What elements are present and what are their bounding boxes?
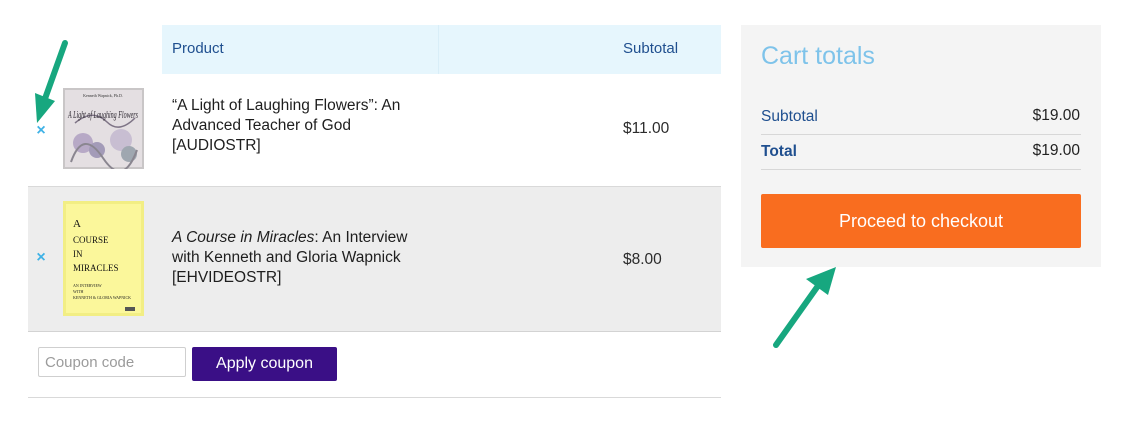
product-thumbnail[interactable]: A COURSE IN MIRACLES AN INTERVIEW WITH K… xyxy=(63,201,144,316)
annotation-arrow-icon xyxy=(35,40,68,123)
cart-bottom-divider xyxy=(28,397,721,398)
header-subtotal: Subtotal xyxy=(623,40,679,57)
proceed-to-checkout-button[interactable]: Proceed to checkout xyxy=(761,194,1081,248)
thumb-sub1: AN INTERVIEW xyxy=(73,283,102,288)
totals-total-value: $19.00 xyxy=(1032,142,1080,159)
item-subtotal: $8.00 xyxy=(623,251,662,268)
cart-item-row: × A COURSE IN MIRACLES AN INTERVIEW WITH… xyxy=(28,187,721,332)
remove-item-icon[interactable]: × xyxy=(34,250,48,266)
annotation-arrow-icon xyxy=(773,267,836,348)
cart-item-row: × Kenneth Wapnick, Ph.D. A Light of Laug… xyxy=(28,74,721,187)
product-name-text[interactable]: “A Light of Laughing Flowers”: An Advanc… xyxy=(172,97,400,154)
totals-total-label: Total xyxy=(761,143,797,160)
thumb-line3: IN xyxy=(73,249,83,259)
cart-table-header: Product Subtotal xyxy=(162,25,721,74)
product-name[interactable]: A Course in Miracles: An Interview with … xyxy=(172,228,432,288)
cart-totals-title: Cart totals xyxy=(761,42,875,70)
thumb-title: A Light of Laughing Flowers xyxy=(67,110,138,121)
product-thumbnail[interactable]: Kenneth Wapnick, Ph.D. A Light of Laughi… xyxy=(63,88,144,169)
apply-coupon-button[interactable]: Apply coupon xyxy=(192,347,337,381)
totals-subtotal-label: Subtotal xyxy=(761,108,818,125)
totals-subtotal-value: $19.00 xyxy=(1032,107,1080,124)
remove-item-icon[interactable]: × xyxy=(34,123,48,139)
totals-divider xyxy=(761,169,1081,170)
header-divider xyxy=(438,25,439,74)
coupon-code-input[interactable] xyxy=(38,347,186,377)
thumb-sub3: KENNETH & GLORIA WAPNICK xyxy=(73,295,131,300)
thumb-line4: MIRACLES xyxy=(73,263,119,273)
product-name-italic[interactable]: A Course in Miracles xyxy=(172,229,314,246)
thumb-line2: COURSE xyxy=(73,235,109,245)
totals-divider xyxy=(761,134,1081,135)
product-name[interactable]: “A Light of Laughing Flowers”: An Advanc… xyxy=(172,96,432,156)
item-subtotal: $11.00 xyxy=(623,120,670,137)
header-product: Product xyxy=(172,40,224,57)
thumb-sub2: WITH xyxy=(73,289,84,294)
thumb-line1: A xyxy=(73,218,81,230)
cart-totals-panel: Cart totals Subtotal $19.00 Total $19.00… xyxy=(741,25,1101,267)
